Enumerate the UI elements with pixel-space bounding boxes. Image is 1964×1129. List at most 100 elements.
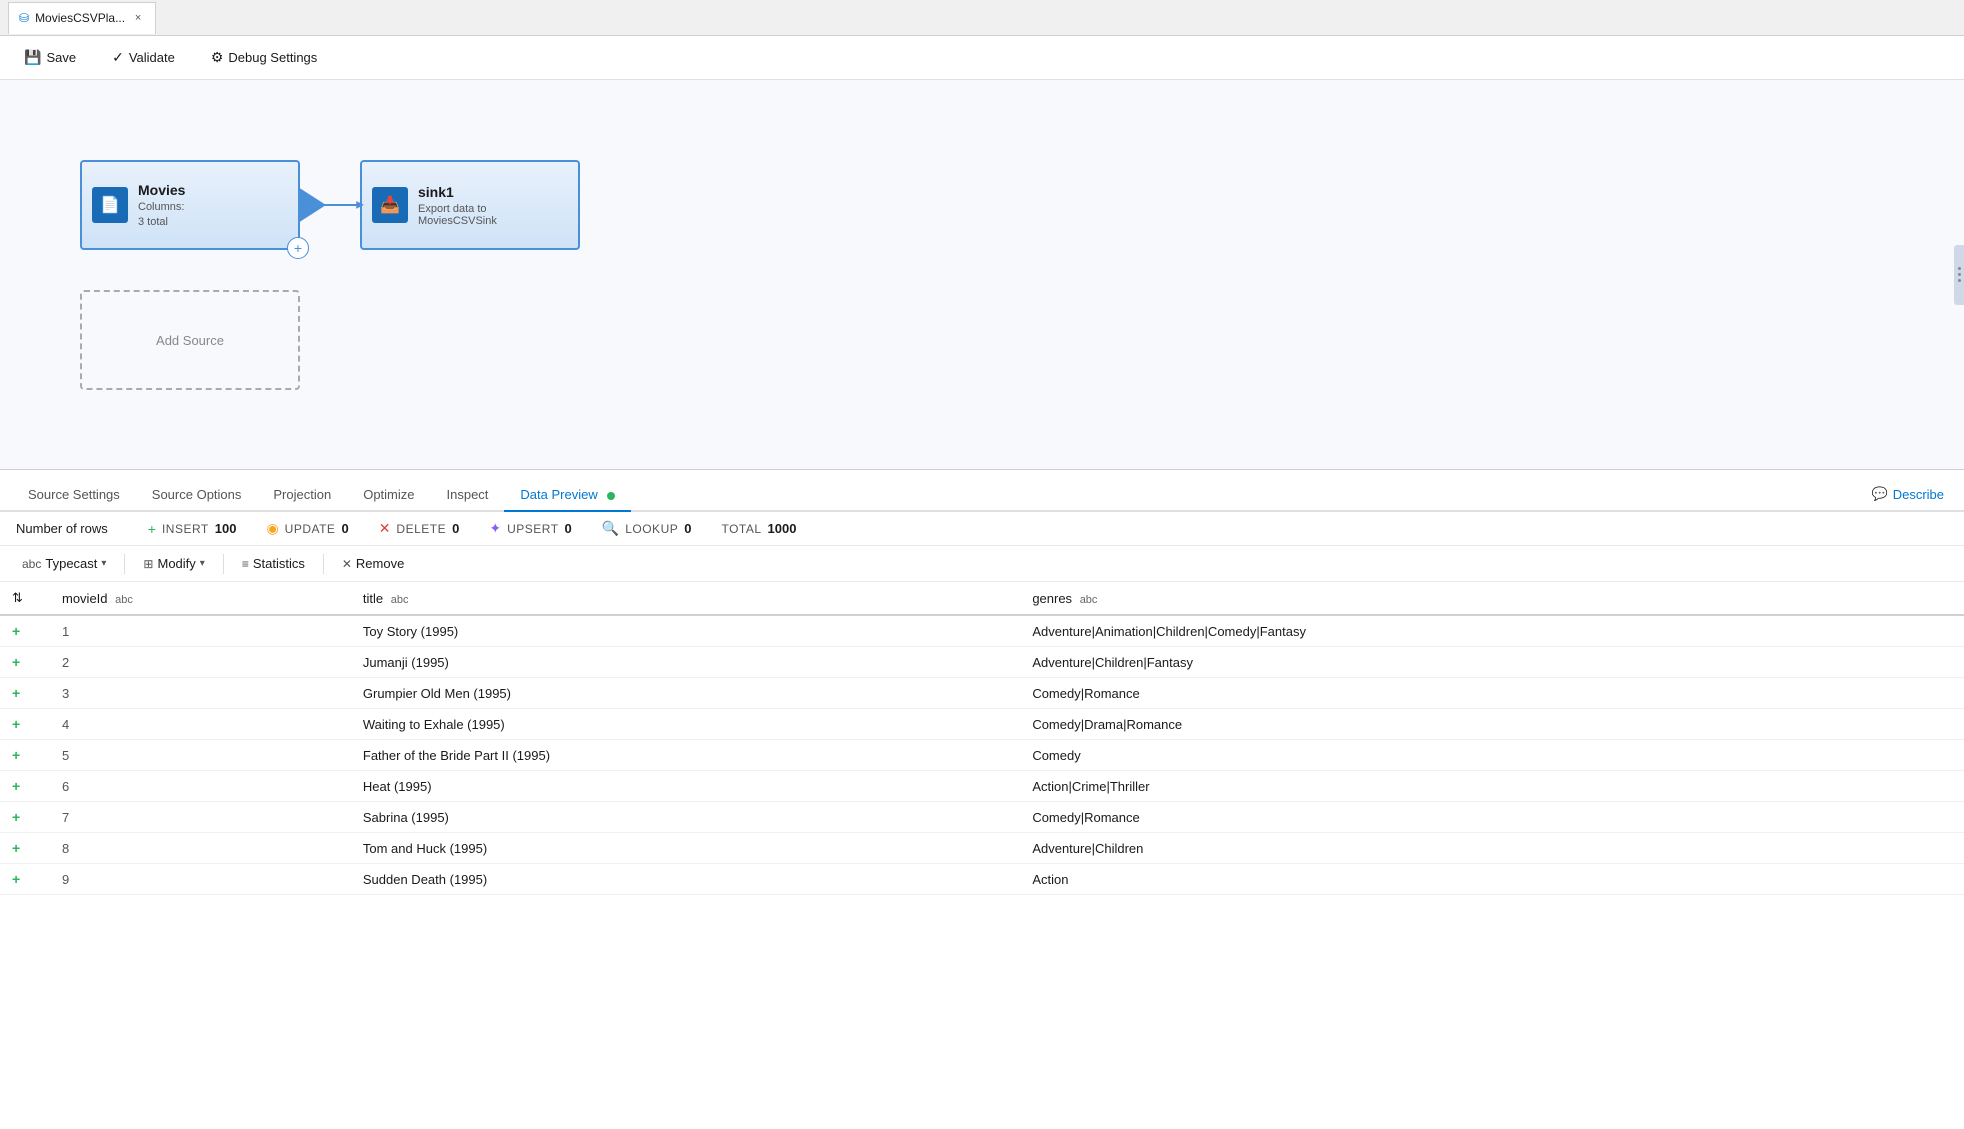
- delete-value: 0: [452, 521, 459, 536]
- save-label: Save: [46, 50, 76, 65]
- table-row: + 3 Grumpier Old Men (1995) Comedy|Roman…: [0, 678, 1964, 709]
- debug-settings-button[interactable]: ⚙ Debug Settings: [203, 45, 325, 70]
- statistics-label: Statistics: [253, 556, 305, 571]
- tabs-bar: Source Settings Source Options Projectio…: [0, 470, 1964, 512]
- separator-2: [223, 554, 224, 574]
- row-marker: +: [0, 615, 50, 647]
- row-movieid: 1: [50, 615, 351, 647]
- row-marker: +: [0, 678, 50, 709]
- row-movieid: 8: [50, 833, 351, 864]
- arrow-icon: ▶: [356, 200, 364, 211]
- close-button[interactable]: ×: [131, 11, 145, 25]
- insert-value: 100: [215, 521, 237, 536]
- col-title-type: abc: [391, 594, 409, 606]
- separator-1: [124, 554, 125, 574]
- row-genres: Action|Crime|Thriller: [1020, 771, 1964, 802]
- tab-label: MoviesCSVPla...: [35, 11, 125, 25]
- canvas-area: 📄 Movies Columns: 3 total + ▶ 📥 sink1 Ex…: [0, 80, 1964, 470]
- row-genres: Comedy|Romance: [1020, 678, 1964, 709]
- col-movieid-label: movieId: [62, 591, 108, 606]
- validate-icon: ✓: [112, 49, 124, 66]
- num-rows-label: Number of rows: [16, 521, 108, 536]
- row-title: Sudden Death (1995): [351, 864, 1020, 895]
- row-title: Tom and Huck (1995): [351, 833, 1020, 864]
- toolbar: 💾 Save ✓ Validate ⚙ Debug Settings: [0, 36, 1964, 80]
- table-row: + 1 Toy Story (1995) Adventure|Animation…: [0, 615, 1964, 647]
- source-node-columns-value: 3 total: [138, 216, 185, 228]
- row-marker: +: [0, 647, 50, 678]
- modify-button[interactable]: ⊞ Modify ▾: [133, 552, 214, 575]
- table-row: + 2 Jumanji (1995) Adventure|Children|Fa…: [0, 647, 1964, 678]
- delete-icon: ✕: [379, 520, 391, 537]
- tab-projection[interactable]: Projection: [257, 479, 347, 512]
- sink-node-icon: 📥: [372, 187, 408, 223]
- tab-data-preview[interactable]: Data Preview: [504, 479, 631, 512]
- row-marker: +: [0, 709, 50, 740]
- update-label: UPDATE: [285, 522, 336, 536]
- col-genres-label: genres: [1032, 591, 1072, 606]
- typecast-button[interactable]: abc Typecast ▾: [12, 552, 116, 575]
- resize-dots: [1958, 267, 1961, 282]
- col-movieid[interactable]: movieId abc: [50, 582, 351, 615]
- modify-label: Modify: [157, 556, 195, 571]
- total-label: TOTAL: [721, 522, 761, 536]
- row-genres: Comedy|Drama|Romance: [1020, 709, 1964, 740]
- row-movieid: 3: [50, 678, 351, 709]
- add-node-button[interactable]: +: [287, 237, 309, 259]
- save-button[interactable]: 💾 Save: [16, 45, 84, 70]
- resize-handle[interactable]: [1954, 245, 1964, 305]
- row-marker: +: [0, 740, 50, 771]
- upsert-label: UPSERT: [507, 522, 558, 536]
- typecast-icon: abc: [22, 557, 41, 571]
- source-node-name: Movies: [138, 182, 185, 198]
- tab-optimize[interactable]: Optimize: [347, 479, 430, 512]
- stat-update: ◉ UPDATE 0: [266, 520, 348, 537]
- sink-node[interactable]: 📥 sink1 Export data to MoviesCSVSink: [360, 160, 580, 250]
- debug-icon: ⚙: [211, 49, 224, 66]
- title-bar: ⛁ MoviesCSVPla... ×: [0, 0, 1964, 36]
- source-node-info: Movies Columns: 3 total: [138, 182, 185, 228]
- col-title[interactable]: title abc: [351, 582, 1020, 615]
- stat-upsert: ✦ UPSERT 0: [489, 520, 571, 537]
- modify-icon: ⊞: [143, 557, 153, 571]
- row-marker: +: [0, 833, 50, 864]
- tab-source-options[interactable]: Source Options: [136, 479, 258, 512]
- validate-button[interactable]: ✓ Validate: [104, 45, 183, 70]
- row-genres: Comedy: [1020, 740, 1964, 771]
- row-movieid: 2: [50, 647, 351, 678]
- delete-label: DELETE: [396, 522, 446, 536]
- table-row: + 9 Sudden Death (1995) Action: [0, 864, 1964, 895]
- row-marker: +: [0, 771, 50, 802]
- title-tab[interactable]: ⛁ MoviesCSVPla... ×: [8, 2, 156, 34]
- sink-node-info: sink1 Export data to MoviesCSVSink: [418, 184, 568, 227]
- add-source-button[interactable]: Add Source: [80, 290, 300, 390]
- col-sort[interactable]: ⇅: [0, 582, 50, 615]
- add-source-label: Add Source: [156, 333, 224, 348]
- col-movieid-type: abc: [115, 594, 133, 606]
- row-title: Waiting to Exhale (1995): [351, 709, 1020, 740]
- data-table: ⇅ movieId abc title abc genres abc: [0, 582, 1964, 895]
- row-movieid: 9: [50, 864, 351, 895]
- stat-delete: ✕ DELETE 0: [379, 520, 460, 537]
- insert-label: INSERT: [162, 522, 209, 536]
- row-movieid: 6: [50, 771, 351, 802]
- row-genres: Action: [1020, 864, 1964, 895]
- describe-button[interactable]: 💬 Describe: [1864, 478, 1952, 510]
- tab-inspect[interactable]: Inspect: [431, 479, 505, 512]
- statistics-button[interactable]: ≡ Statistics: [232, 552, 315, 575]
- stat-total: TOTAL 1000: [721, 521, 796, 536]
- col-genres[interactable]: genres abc: [1020, 582, 1964, 615]
- tab-source-settings[interactable]: Source Settings: [12, 479, 136, 512]
- remove-button[interactable]: ✕ Remove: [332, 552, 414, 575]
- row-genres: Adventure|Children|Fantasy: [1020, 647, 1964, 678]
- debug-settings-label: Debug Settings: [228, 50, 317, 65]
- row-title: Grumpier Old Men (1995): [351, 678, 1020, 709]
- row-genres: Adventure|Animation|Children|Comedy|Fant…: [1020, 615, 1964, 647]
- row-genres: Comedy|Romance: [1020, 802, 1964, 833]
- data-table-container: ⇅ movieId abc title abc genres abc: [0, 582, 1964, 1129]
- row-movieid: 4: [50, 709, 351, 740]
- lookup-value: 0: [684, 521, 691, 536]
- sink-node-name: sink1: [418, 184, 568, 200]
- insert-icon: +: [148, 521, 156, 537]
- source-node[interactable]: 📄 Movies Columns: 3 total +: [80, 160, 300, 250]
